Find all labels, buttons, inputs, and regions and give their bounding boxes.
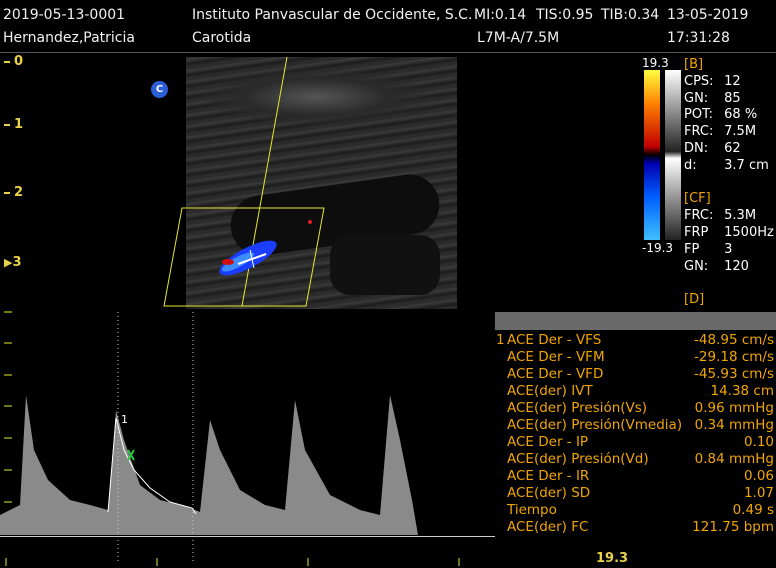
measurement-row: ACE Der - VFM -29.18 cm/s: [495, 349, 776, 366]
measurement-value: -48.95 cm/s: [694, 332, 774, 348]
param-row: d: 3.7 cm: [684, 157, 769, 173]
param-row: CPS: 12: [684, 73, 741, 89]
measurement-header-bar: [495, 312, 776, 330]
param-row: FP 3: [684, 241, 733, 257]
measurement-row: ACE Der - IR 0.06: [495, 468, 776, 485]
measurement-panel: 1 ACE Der - VFS -48.95 cm/s ACE Der - VFM -2…: [495, 332, 776, 540]
measurement-label: Tiempo: [507, 502, 557, 518]
color-scale-top: 19.3: [642, 56, 669, 70]
measurement-label: ACE(der) Presión(Vs): [507, 400, 648, 416]
measurement-value: 0.49 s: [732, 502, 774, 518]
color-scale-bar: [644, 70, 660, 240]
param-row: DN: 62: [684, 140, 741, 156]
d-section-label: [D]: [684, 292, 705, 308]
spectral-waveform: [0, 395, 418, 535]
measurement-label: ACE(der) SD: [507, 485, 591, 501]
measurement-row: ACE(der) Presión(Vmedia) 0.34 mmHg: [495, 417, 776, 434]
measurement-value: 0.10: [743, 434, 774, 450]
measurement-row: ACE(der) IVT 14.38 cm: [495, 383, 776, 400]
measurement-value: -29.18 cm/s: [694, 349, 774, 365]
cursor-number: 1: [121, 413, 128, 426]
measurement-label: ACE Der - IP: [507, 434, 589, 450]
measurement-label: ACE Der - VFM: [507, 349, 605, 365]
param-row: FRC: 7.5M: [684, 124, 757, 140]
measurement-row: ACE(der) SD 1.07: [495, 485, 776, 502]
measurement-row: 1 ACE Der - VFS -48.95 cm/s: [495, 332, 776, 349]
measurement-label: ACE(der) IVT: [507, 383, 593, 399]
c-marker-icon: C: [151, 81, 168, 98]
measurement-label: ACE Der - VFD: [507, 366, 604, 382]
param-row: FRC: 5.3M: [684, 208, 757, 224]
param-row: GN: 120: [684, 258, 749, 274]
param-row: GN: 85: [684, 90, 741, 106]
measurement-row: ACE(der) Presión(Vs) 0.96 mmHg: [495, 400, 776, 417]
measurement-index: 1: [496, 332, 505, 348]
param-row: FRP 1500Hz: [684, 224, 774, 240]
measurement-label: ACE Der - VFS: [507, 332, 602, 348]
measurement-row: Tiempo 0.49 s: [495, 502, 776, 519]
measurement-label: ACE(der) Presión(Vd): [507, 451, 649, 467]
doppler-scale-label: 19.3: [596, 551, 629, 566]
doppler-spectrum: 1: [0, 311, 460, 566]
measurement-value: 0.84 mmHg: [694, 451, 774, 467]
measurement-row: ACE Der - VFD -45.93 cm/s: [495, 366, 776, 383]
measurement-row: ACE(der) Presión(Vd) 0.84 mmHg: [495, 451, 776, 468]
measurement-value: -45.93 cm/s: [694, 366, 774, 382]
measurement-value: 0.06: [743, 468, 774, 484]
measurement-row: ACE(der) FC 121.75 bpm: [495, 519, 776, 536]
measurement-label: ACE(der) Presión(Vmedia): [507, 417, 683, 433]
measurement-row: ACE Der - IP 0.10: [495, 434, 776, 451]
measurement-value: 0.34 mmHg: [694, 417, 774, 433]
measurement-value: 1.07: [743, 485, 774, 501]
cf-section-label: [CF]: [684, 191, 711, 207]
measurement-label: ACE(der) FC: [507, 519, 589, 535]
measurement-value: 0.96 mmHg: [694, 400, 774, 416]
measurement-value: 14.38 cm: [710, 383, 774, 399]
b-section-label: [B]: [684, 57, 704, 72]
parameter-panel: [B] CPS: 12 GN: 85 POT: 68 % FRC: 7.5M D…: [684, 57, 774, 309]
measurement-value: 121.75 bpm: [692, 519, 774, 535]
gray-scale-bar: [665, 70, 681, 240]
param-row: POT: 68 %: [684, 107, 758, 123]
measurement-label: ACE Der - IR: [507, 468, 590, 484]
color-scale-bottom: -19.3: [642, 241, 674, 255]
